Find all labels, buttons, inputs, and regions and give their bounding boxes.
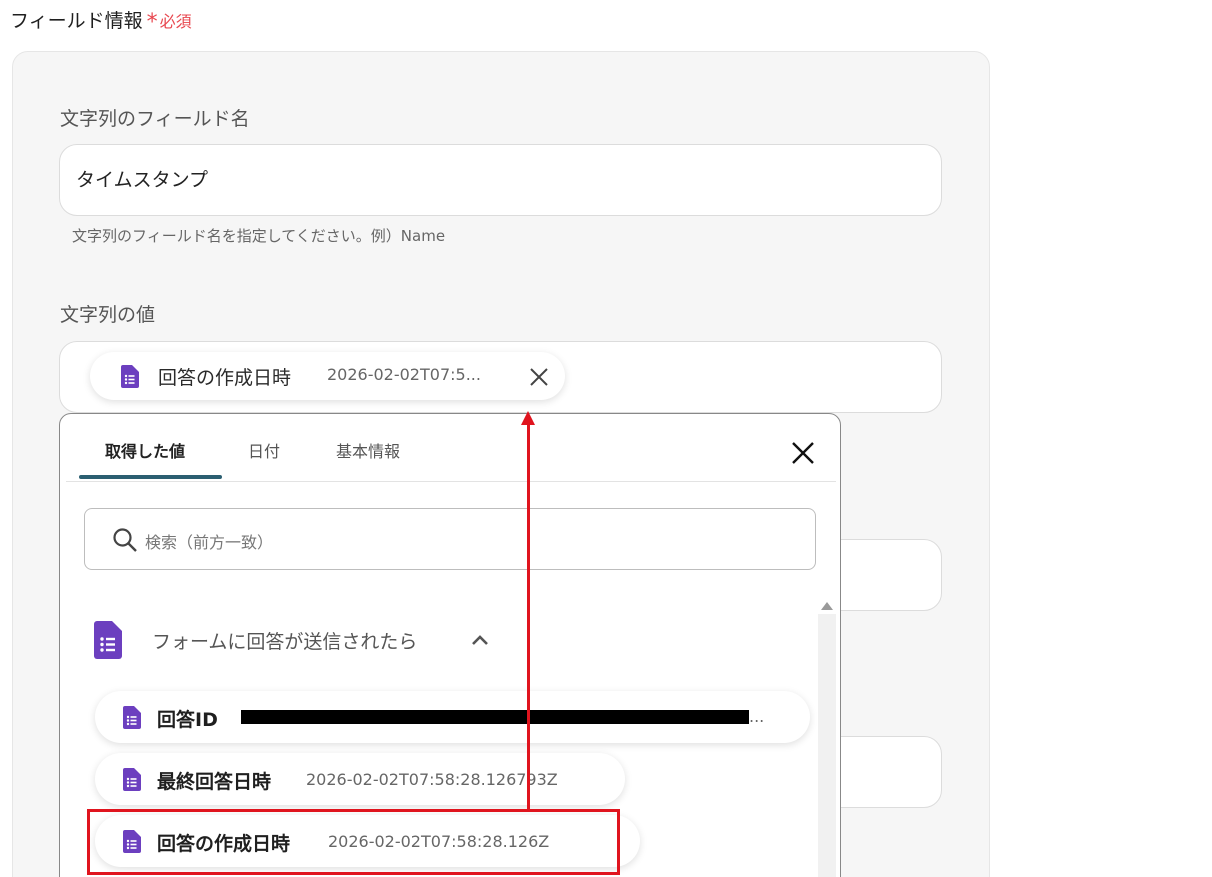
annotation-arrow-head <box>521 411 535 425</box>
annotation-highlight-box <box>87 809 620 875</box>
search-icon <box>113 528 137 552</box>
tab-acquired-values[interactable]: 取得した値 <box>105 438 185 462</box>
field-name-hint: 文字列のフィールド名を指定してください。例）Name <box>72 227 446 245</box>
field-value-label: 文字列の値 <box>60 304 156 326</box>
close-icon[interactable] <box>790 440 816 466</box>
section-title: フィールド情報 * 必須 <box>10 6 192 33</box>
group-label[interactable]: フォームに回答が送信されたら <box>152 627 417 654</box>
tab-divider <box>66 481 836 482</box>
required-badge: * 必須 <box>146 8 192 35</box>
chip-value: 2026-02-02T07:5... <box>327 365 481 384</box>
scrollbar-track[interactable] <box>818 614 836 877</box>
remove-chip-icon[interactable] <box>528 366 550 388</box>
tab-basic-info[interactable]: 基本情報 <box>336 438 400 462</box>
google-forms-icon <box>123 768 141 791</box>
google-forms-icon <box>121 365 139 388</box>
field-name-input-value: タイムスタンプ <box>76 169 209 191</box>
search-input[interactable]: 検索（前方一致） <box>84 508 816 570</box>
active-tab-indicator <box>79 475 222 479</box>
item-label: 回答ID <box>157 709 218 731</box>
required-label: 必須 <box>159 11 192 31</box>
google-forms-icon <box>123 706 141 729</box>
selected-value-chip[interactable]: 回答の作成日時 2026-02-02T07:5... <box>90 352 565 400</box>
item-ellipsis: ... <box>749 707 765 726</box>
field-name-label: 文字列のフィールド名 <box>60 108 250 130</box>
chevron-up-icon[interactable] <box>470 633 490 647</box>
search-placeholder: 検索（前方一致） <box>145 533 274 552</box>
chip-label: 回答の作成日時 <box>158 367 292 389</box>
value-picker-dropdown: 取得した値 日付 基本情報 検索（前方一致） フォームに回答が送信されたら 回答… <box>59 413 841 877</box>
field-name-input[interactable]: タイムスタンプ <box>59 144 942 216</box>
item-label: 最終回答日時 <box>157 771 272 793</box>
list-item-response-id[interactable]: 回答ID ... <box>95 691 810 743</box>
tab-date[interactable]: 日付 <box>248 438 280 462</box>
list-item-last-response-time[interactable]: 最終回答日時 2026-02-02T07:58:28.126793Z <box>95 753 625 805</box>
section-title-text: フィールド情報 <box>10 10 143 32</box>
redacted-value <box>241 710 749 724</box>
annotation-arrow-line <box>527 422 530 811</box>
scroll-up-arrow[interactable] <box>821 602 833 610</box>
required-asterisk: * <box>146 9 158 35</box>
item-value: 2026-02-02T07:58:28.126793Z <box>306 770 558 789</box>
google-forms-icon <box>94 621 122 659</box>
